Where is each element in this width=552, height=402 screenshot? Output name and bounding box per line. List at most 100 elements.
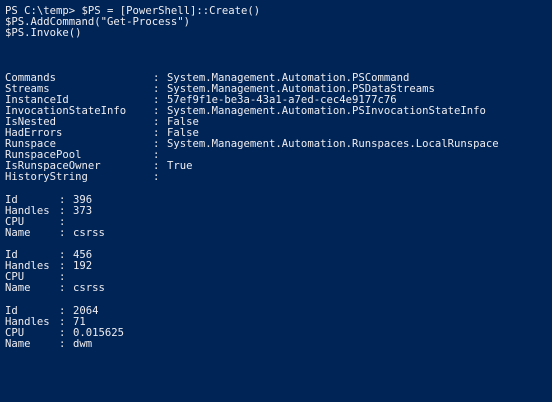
process-field-row: CPU:0.015625: [5, 328, 552, 339]
property-value: [167, 150, 552, 161]
separator: :: [59, 216, 66, 228]
property-row: HistoryString:: [5, 172, 552, 183]
process-field-row: Handles:71: [5, 317, 552, 328]
process-field-value: csrss: [73, 227, 105, 239]
separator: :: [153, 128, 160, 140]
process-field-value: 373: [73, 205, 93, 217]
process-field-row: Name: dwm: [5, 339, 552, 350]
property-value: [167, 172, 552, 183]
process-field-row: CPU:: [5, 272, 552, 283]
property-value: System.Management.Automation.PSInvocatio…: [167, 105, 486, 117]
process-field-value: 456: [73, 250, 93, 262]
process-record: Id:396 Handles:373 CPU: Name: csrss: [5, 195, 552, 239]
separator: :: [153, 150, 160, 162]
separator: :: [59, 227, 66, 239]
property-row: IsRunspaceOwner: True: [5, 161, 552, 172]
property-value: 57ef9f1e-be3a-43a1-a7ed-cec4e9177c76: [167, 94, 397, 106]
property-value: True: [167, 161, 193, 173]
separator: :: [153, 139, 160, 151]
process-field-name: Id: [5, 305, 18, 317]
property-row: Streams: System.Management.Automation.PSD…: [5, 84, 552, 95]
property-name: HistoryString: [5, 172, 88, 184]
property-name: InvocationStateInfo: [5, 105, 127, 117]
property-row: Runspace: System.Management.Automation.Ru…: [5, 139, 552, 150]
prompt-line-3: $PS.Invoke(): [5, 28, 82, 40]
process-field-name: CPU: [5, 272, 25, 284]
property-row: Commands: System.Management.Automation.PS…: [5, 73, 552, 84]
separator: :: [153, 161, 160, 173]
property-value: False: [167, 128, 199, 140]
process-field-value: csrss: [73, 283, 105, 295]
process-field-row: Id:456: [5, 250, 552, 261]
property-row: InvocationStateInfo: System.Management.Au…: [5, 106, 552, 117]
process-field-row: CPU:: [5, 217, 552, 228]
property-value: System.Management.Automation.Runspaces.L…: [167, 139, 499, 151]
process-record: Id:2064 Handles:71 CPU:0.015625 Name: dwm: [5, 306, 552, 350]
process-field-value: 71: [73, 316, 86, 328]
separator: :: [59, 338, 66, 350]
property-row: RunspacePool:: [5, 150, 552, 161]
separator: :: [59, 250, 66, 262]
property-row: IsNested: False: [5, 117, 552, 128]
process-field-value: 192: [73, 261, 93, 273]
separator: :: [59, 316, 66, 328]
process-field-row: Handles:373: [5, 206, 552, 217]
property-name: Streams: [5, 83, 50, 95]
process-field-row: Handles:192: [5, 261, 552, 272]
separator: :: [153, 105, 160, 117]
powershell-object-output: Commands: System.Management.Automation.PS…: [5, 73, 552, 184]
process-field-value: 0.015625: [73, 327, 125, 339]
property-name: Runspace: [5, 139, 57, 151]
process-field-name: Handles: [5, 316, 50, 328]
separator: :: [153, 72, 160, 84]
process-field-value: [73, 217, 552, 228]
powershell-console[interactable]: PS C:\temp> $PS = [PowerShell]::Create()…: [0, 0, 552, 402]
property-value: System.Management.Automation.PSCommand: [167, 72, 410, 84]
separator: :: [153, 172, 160, 184]
process-record: Id:456 Handles:192 CPU: Name: csrss: [5, 250, 552, 294]
process-field-name: Id: [5, 250, 18, 262]
separator: :: [59, 205, 66, 217]
process-field-name: Handles: [5, 261, 50, 273]
property-name: Commands: [5, 72, 57, 84]
property-value: False: [167, 116, 199, 128]
process-field-name: Name: [5, 338, 31, 350]
process-field-row: Name: csrss: [5, 228, 552, 239]
property-row: InstanceId:57ef9f1e-be3a-43a1-a7ed-cec4e…: [5, 95, 552, 106]
property-value: System.Management.Automation.PSDataStrea…: [167, 83, 435, 95]
property-name: IsNested: [5, 116, 57, 128]
property-name: HadErrors: [5, 128, 63, 140]
process-field-name: Id: [5, 194, 18, 206]
process-field-name: Name: [5, 283, 31, 295]
process-field-name: CPU: [5, 327, 25, 339]
process-field-name: CPU: [5, 216, 25, 228]
process-field-row: Name: csrss: [5, 283, 552, 294]
process-field-value: dwm: [73, 338, 93, 350]
separator: :: [59, 305, 66, 317]
separator: :: [59, 194, 66, 206]
process-field-value: 2064: [73, 305, 99, 317]
prompt-line-2: $PS.AddCommand("Get-Process"): [5, 17, 190, 29]
separator: :: [59, 272, 66, 284]
property-name: InstanceId: [5, 94, 69, 106]
property-name: IsRunspaceOwner: [5, 161, 101, 173]
separator: :: [153, 116, 160, 128]
process-field-name: Handles: [5, 205, 50, 217]
property-row: HadErrors: False: [5, 128, 552, 139]
prompt-line-1: PS C:\temp> $PS = [PowerShell]::Create(): [5, 6, 261, 17]
separator: :: [153, 83, 160, 95]
process-field-row: Id:396: [5, 195, 552, 206]
separator: :: [59, 283, 66, 295]
process-field-value: [73, 272, 552, 283]
separator: :: [59, 327, 66, 339]
separator: :: [59, 261, 66, 273]
process-field-value: 396: [73, 194, 93, 206]
separator: :: [153, 94, 160, 106]
process-field-name: Name: [5, 227, 31, 239]
